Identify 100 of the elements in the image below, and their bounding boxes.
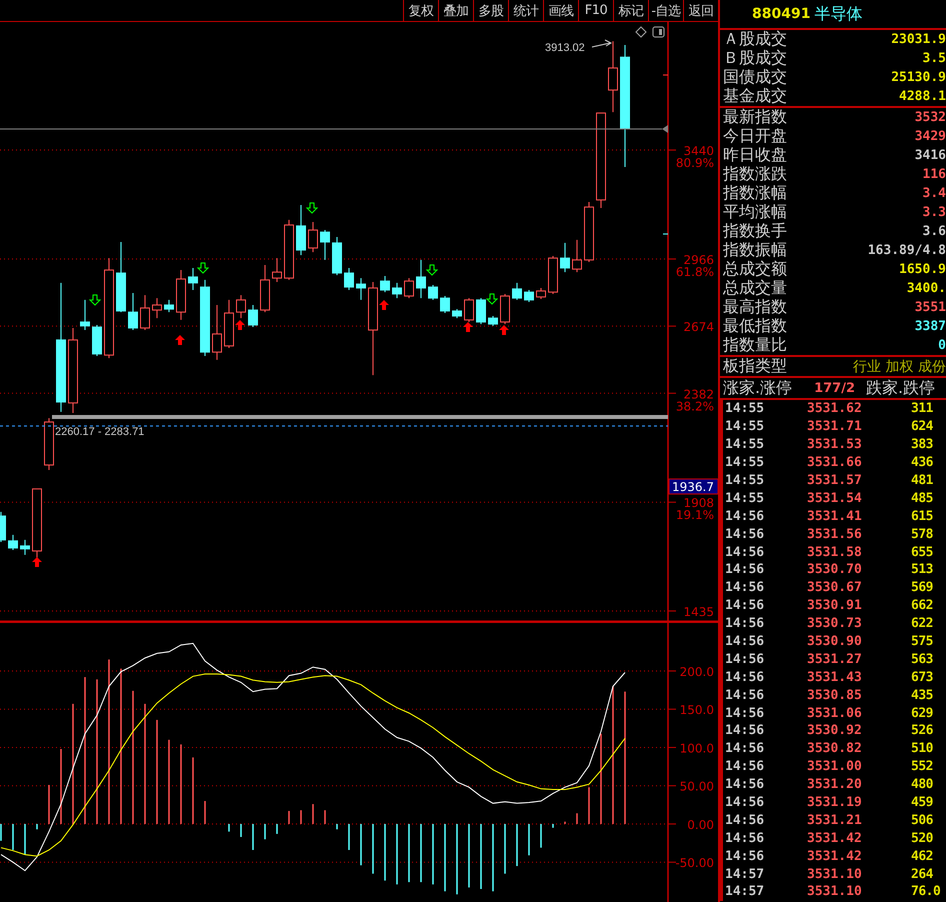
stat-label: 指数振幅	[722, 240, 787, 260]
candlestick	[428, 284, 438, 300]
axis-price-label: 2966	[683, 253, 714, 267]
up-arrow-icon	[463, 322, 473, 332]
axis-tick-mark	[662, 74, 668, 76]
tick-volume: 264	[911, 866, 934, 882]
tick-volume: 655	[911, 544, 934, 560]
tick-price: 3531.71	[807, 419, 863, 434]
tick-time: 14:55	[724, 401, 766, 416]
tick-price: 3531.00	[807, 759, 863, 774]
tick-time: 14:56	[724, 777, 766, 792]
stat-value: 23031.9	[891, 32, 946, 47]
tick-volume: 552	[911, 759, 934, 774]
tick-price: 3530.91	[807, 598, 863, 614]
candlestick	[344, 267, 354, 291]
tick-price: 3531.56	[807, 526, 863, 542]
tick-time: 14:57	[724, 866, 766, 882]
candlestick	[140, 294, 150, 331]
tick-price: 3531.10	[807, 866, 863, 882]
candlestick	[452, 308, 462, 319]
tick-volume: 485	[911, 490, 934, 506]
candlestick	[320, 230, 330, 260]
tick-volume: 436	[911, 455, 934, 470]
leader-arrow-icon	[592, 40, 612, 48]
stat-label: 跌家.跌停	[865, 378, 936, 398]
tick-volume: 481	[911, 473, 934, 488]
candlestick	[44, 418, 54, 471]
tick-time: 14:56	[724, 544, 766, 560]
tick-volume: 506	[911, 812, 934, 828]
axis-percent-label: 38.2%	[676, 399, 714, 414]
stat-value: 1650.9	[899, 262, 946, 277]
tick-time: 14:57	[724, 884, 766, 900]
candlestick	[380, 276, 390, 293]
stat-value: 163.89/4.8	[868, 243, 946, 258]
tick-price: 3530.90	[807, 634, 863, 650]
stock-code: 880491	[752, 6, 810, 22]
up-arrow-icon	[235, 320, 245, 330]
candlestick	[236, 294, 246, 319]
triangle-marker-icon	[662, 125, 668, 133]
stat-label: 最高指数	[722, 297, 787, 318]
tick-price: 3531.62	[807, 401, 863, 416]
axis-price-label: 1435	[683, 604, 714, 619]
stat-label: Ａ股成交	[722, 29, 787, 50]
candlestick	[512, 282, 522, 300]
tick-price: 3531.58	[807, 544, 863, 560]
tick-time: 14:56	[724, 795, 766, 810]
down-arrow-icon	[486, 294, 498, 305]
stat-label: 国债成交	[722, 67, 787, 88]
stat-value: 3429	[914, 129, 946, 144]
down-arrow-icon	[426, 264, 438, 276]
tick-time: 14:56	[724, 616, 766, 632]
tick-time: 14:56	[724, 688, 766, 703]
candlestick	[128, 292, 138, 331]
candlestick	[476, 298, 486, 325]
tick-volume: 76.0	[911, 884, 942, 900]
tick-price: 3531.19	[807, 795, 863, 810]
tick-time: 14:55	[724, 437, 766, 452]
tick-volume: 662	[911, 598, 934, 614]
tick-price: 3531.57	[807, 473, 863, 488]
axis-tick-label: -50.00	[675, 856, 714, 870]
tick-volume: 513	[911, 562, 934, 578]
candlestick	[284, 219, 294, 280]
candlestick	[296, 204, 306, 256]
stat-label: 昨日收盘	[722, 145, 787, 166]
axis-tick-label: 0.00	[687, 818, 714, 832]
tick-price: 3530.70	[807, 562, 863, 578]
tick-volume: 563	[911, 652, 934, 667]
toolbar-button[interactable]: -自选	[648, 0, 683, 21]
axis-percent-label: 61.8%	[676, 265, 714, 279]
axis-tick-label: 100.0	[680, 741, 714, 756]
tick-time: 14:56	[724, 580, 766, 596]
tick-price: 3531.41	[807, 508, 863, 524]
stat-label: 最新指数	[722, 107, 787, 128]
tick-price: 3530.67	[807, 580, 863, 596]
tick-price: 3531.06	[807, 706, 863, 721]
candlestick	[260, 264, 270, 313]
zone-label: 2260.17 - 2283.71	[55, 426, 144, 438]
candlestick	[164, 299, 174, 313]
tick-volume: 459	[911, 795, 934, 810]
axis-price-label: 2674	[683, 320, 714, 334]
candlestick	[536, 287, 546, 300]
tick-time: 14:56	[724, 562, 766, 578]
stat-value: 3416	[914, 148, 946, 163]
axis-price-label: 1908	[683, 496, 714, 510]
candlestick	[20, 539, 30, 556]
tick-price: 3531.53	[807, 437, 863, 452]
tick-price: 3530.73	[807, 616, 863, 632]
tick-price: 3530.82	[807, 741, 863, 756]
tick-volume: 622	[911, 616, 934, 632]
tick-volume: 510	[911, 741, 934, 756]
candlestick	[8, 534, 18, 551]
tick-volume: 435	[911, 688, 934, 703]
high-price-label: 3913.02	[545, 42, 585, 54]
stat-value: 0	[938, 338, 946, 353]
panel-toggle-icon	[652, 26, 664, 38]
tick-time: 14:56	[724, 670, 766, 685]
axis-percent-label: 80.9%	[676, 156, 714, 170]
tick-price: 3530.85	[807, 688, 863, 703]
tick-time: 14:56	[724, 526, 766, 542]
stat-label: 指数量比	[722, 335, 787, 356]
